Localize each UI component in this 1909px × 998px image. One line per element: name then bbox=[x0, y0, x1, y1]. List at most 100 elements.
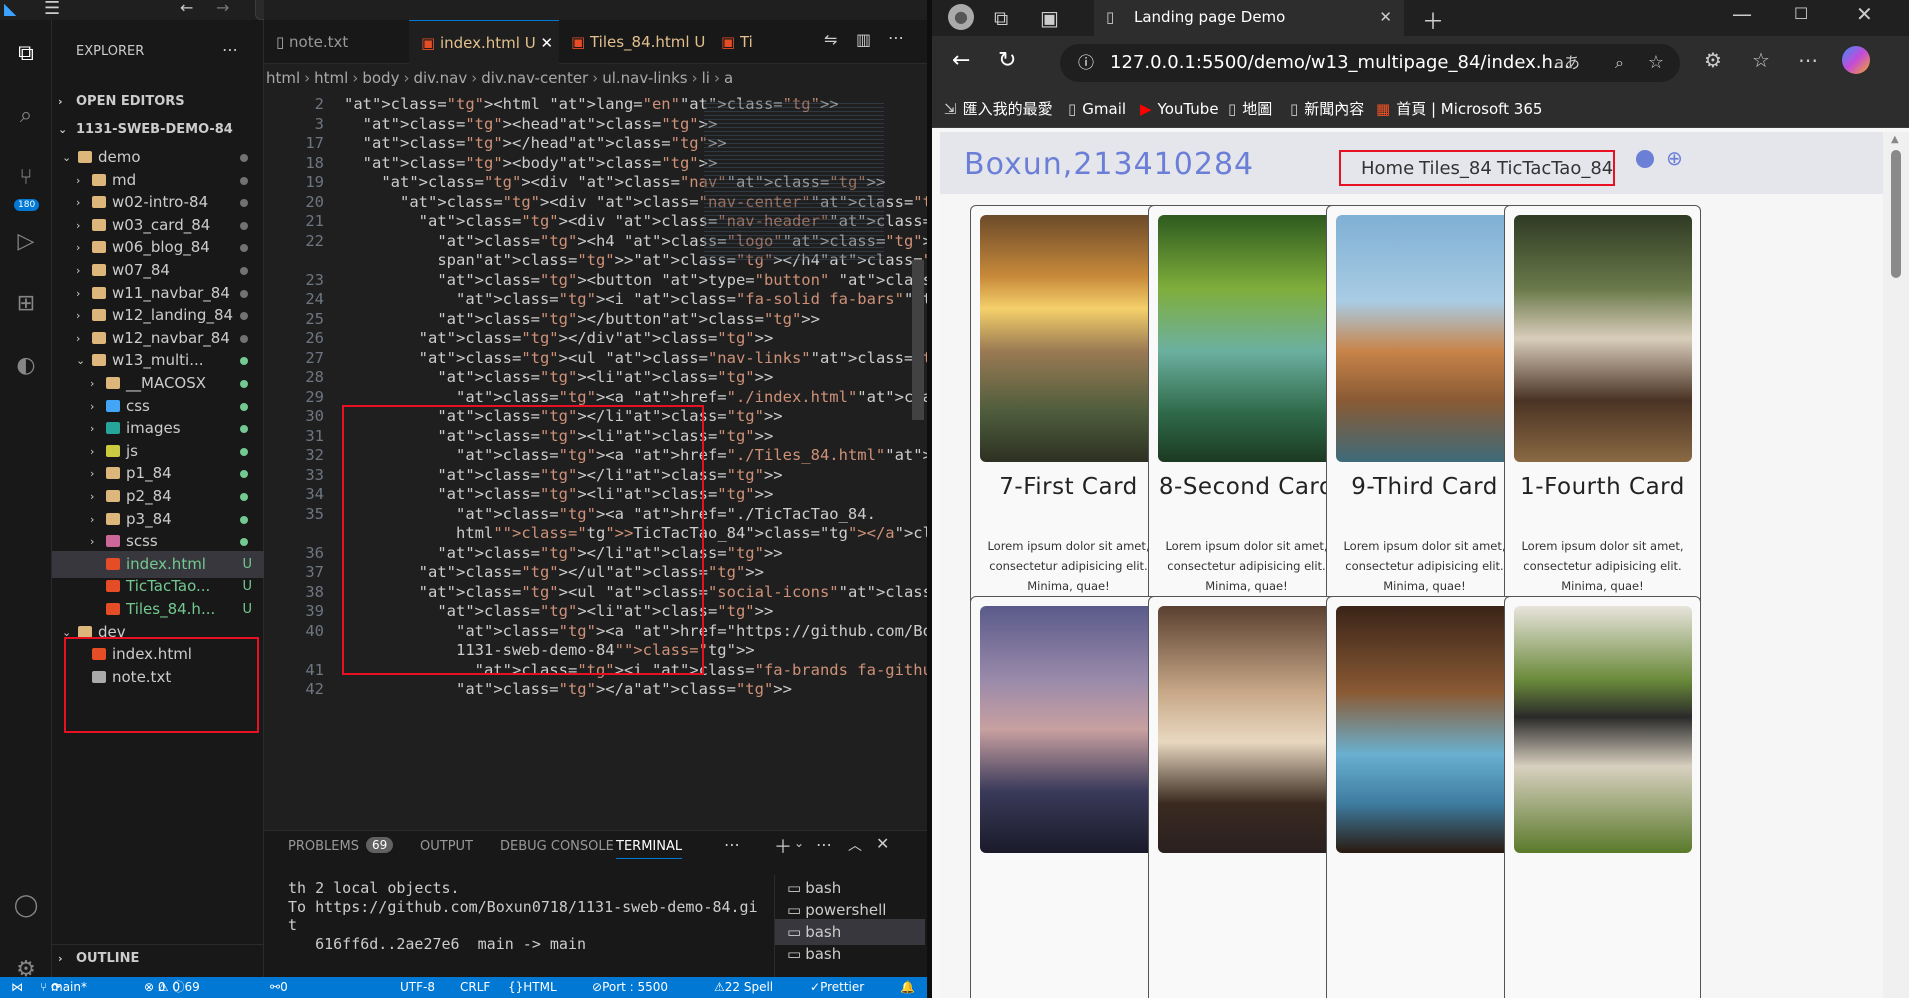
bookmark-item[interactable]: ▯ 新聞內容 bbox=[1290, 90, 1364, 128]
card bbox=[1504, 596, 1701, 998]
workspace-section[interactable]: ⌄ 1131-SWEB-DEMO-84 bbox=[52, 116, 264, 143]
remote-icon[interactable]: ◐ bbox=[12, 352, 40, 380]
breadcrumb-item[interactable]: a bbox=[724, 69, 733, 87]
editor-scrollbar[interactable] bbox=[912, 260, 924, 420]
breadcrumb-item[interactable]: ul.nav-links bbox=[602, 69, 687, 87]
tab-terminal[interactable]: TERMINAL bbox=[616, 839, 683, 859]
close-panel-icon[interactable]: ✕ bbox=[876, 834, 889, 853]
card-title: 1-Fourth Card bbox=[1520, 474, 1685, 500]
branch-status[interactable]: ⑂ main* ⟳ bbox=[40, 977, 87, 998]
copilot-icon[interactable] bbox=[1842, 46, 1870, 74]
notifications-icon[interactable]: 🔔 bbox=[900, 977, 915, 998]
run-debug-icon[interactable]: ▷ bbox=[12, 228, 40, 256]
tab-tiles-html[interactable]: ▣ Tiles_84.html U bbox=[559, 20, 709, 64]
extensions-icon[interactable]: ⊞ bbox=[12, 290, 40, 318]
breadcrumb-item[interactable]: div.nav-center bbox=[481, 69, 588, 87]
bookmark-item[interactable]: ▶ YouTube bbox=[1140, 90, 1219, 128]
status-dot-icon bbox=[240, 199, 248, 208]
maximize-panel-icon[interactable]: ︿ bbox=[848, 835, 862, 855]
site-navbar: Boxun,213410284 Home Tiles_84 TicTacTao_… bbox=[940, 132, 1886, 194]
favorite-star-icon[interactable]: ☆ bbox=[1648, 44, 1664, 82]
bookmark-item[interactable]: ⇲ 匯入我的最愛 bbox=[944, 90, 1053, 128]
remote-indicator-icon[interactable]: ⋈ bbox=[0, 977, 34, 998]
explorer-more-icon[interactable]: ⋯ bbox=[222, 40, 238, 59]
nav-link-tictactao[interactable]: TicTacTao_84 bbox=[1497, 156, 1613, 182]
breadcrumb-item[interactable]: html bbox=[314, 69, 348, 87]
forward-arrow-icon[interactable]: → bbox=[216, 0, 229, 17]
breadcrumb-item[interactable]: html bbox=[266, 69, 300, 87]
tab-close-icon[interactable]: ✕ bbox=[540, 34, 553, 52]
menu-icon[interactable]: ☰ bbox=[44, 0, 60, 19]
scroll-thumb[interactable] bbox=[1891, 150, 1901, 278]
tab-debug-console[interactable]: DEBUG CONSOLE bbox=[500, 839, 614, 854]
card-text: Lorem ipsum dolor sit amet, consectetur … bbox=[1343, 539, 1506, 593]
breadcrumb-item[interactable]: body bbox=[362, 69, 399, 87]
github-icon[interactable] bbox=[1636, 150, 1654, 168]
account-icon[interactable]: ◯ bbox=[12, 892, 40, 920]
explorer-icon[interactable]: ⧉ bbox=[12, 40, 40, 68]
new-tab-icon[interactable]: ＋ bbox=[1422, 4, 1444, 36]
bottom-panel: PROBLEMS 69 OUTPUT DEBUG CONSOLE TERMINA… bbox=[264, 830, 927, 978]
scroll-up-icon[interactable]: ▲ bbox=[1891, 134, 1899, 145]
breadcrumb-item[interactable]: div.nav bbox=[413, 69, 467, 87]
txt-file-icon: ▯ bbox=[276, 33, 290, 51]
breadcrumb-separator-icon: › bbox=[352, 69, 359, 87]
new-terminal-icon[interactable]: ＋ bbox=[774, 833, 792, 859]
back-arrow-icon[interactable]: ← bbox=[180, 0, 193, 17]
live-server-status[interactable]: ⊘ Port : 5500 bbox=[592, 977, 668, 998]
site-info-icon[interactable]: ⓘ bbox=[1078, 44, 1094, 82]
encoding-status[interactable]: UTF-8 bbox=[400, 977, 435, 998]
problems-status[interactable]: ⊗ 0 ⚠ 0 ⓘ 69 bbox=[144, 977, 200, 998]
terminal-dropdown-icon[interactable]: ⌄ bbox=[794, 836, 804, 850]
nav-link-home[interactable]: Home bbox=[1361, 156, 1414, 182]
page-scrollbar[interactable]: ▲ bbox=[1883, 132, 1909, 998]
browser-tab[interactable]: ▯ Landing page Demo ✕ bbox=[1094, 0, 1404, 36]
back-icon[interactable]: ← bbox=[952, 48, 970, 73]
favorites-icon[interactable]: ☆ bbox=[1752, 48, 1770, 72]
tab-actions-icon[interactable]: ▣ bbox=[1040, 6, 1059, 30]
language-status[interactable]: {} HTML bbox=[508, 977, 557, 998]
modified-dot-icon bbox=[240, 493, 248, 501]
browser-maximize-icon[interactable]: ☐ bbox=[1794, 4, 1808, 23]
tab-problems[interactable]: PROBLEMS bbox=[288, 839, 359, 854]
more-actions-icon[interactable]: ⋯ bbox=[816, 835, 832, 854]
browser-close-icon[interactable]: ✕ bbox=[1856, 2, 1873, 26]
address-bar[interactable]: ⓘ 127.0.0.1:5500/demo/w13_multipage_84/i… bbox=[1060, 44, 1680, 82]
tab-tictactao-html[interactable]: ▣ Ti bbox=[709, 20, 769, 64]
outline-section[interactable]: › OUTLINE bbox=[52, 944, 264, 971]
workspaces-icon[interactable]: ⧉ bbox=[994, 6, 1008, 30]
split-editor-icon[interactable]: ▥ bbox=[856, 30, 871, 49]
panel-more-icon[interactable]: ⋯ bbox=[724, 835, 740, 854]
read-aloud-icon[interactable]: aあ bbox=[1554, 44, 1580, 82]
breadcrumb-separator-icon: › bbox=[592, 69, 599, 87]
open-editors-section[interactable]: › OPEN EDITORS bbox=[52, 88, 264, 115]
compare-icon[interactable]: ⇋ bbox=[824, 30, 837, 49]
terminal-instance[interactable]: ▭ bash bbox=[775, 941, 925, 967]
code-line[interactable]: "at">class="tg"></a"at">class="tg">> bbox=[344, 677, 792, 701]
tab-note-txt[interactable]: ▯ note.txt bbox=[264, 20, 409, 64]
reload-icon[interactable]: ↻ bbox=[998, 48, 1016, 73]
search-icon[interactable]: ⌕ bbox=[12, 102, 40, 130]
zoom-icon[interactable]: ⌕ bbox=[1615, 44, 1624, 82]
close-tab-icon[interactable]: ✕ bbox=[1379, 0, 1392, 34]
eol-status[interactable]: CRLF bbox=[460, 977, 490, 998]
coffee-leaves-image bbox=[1514, 606, 1692, 853]
extensions-icon[interactable]: ⚙ bbox=[1704, 48, 1722, 72]
bookmark-item[interactable]: ▯ 地圖 bbox=[1228, 90, 1272, 128]
settings-more-icon[interactable]: ⋯ bbox=[1798, 48, 1818, 72]
tab-output[interactable]: OUTPUT bbox=[420, 839, 473, 854]
browser-minimize-icon[interactable]: — bbox=[1732, 2, 1752, 26]
profile-icon[interactable]: ● bbox=[948, 4, 974, 30]
source-control-icon[interactable]: ⑂ bbox=[12, 164, 40, 192]
sunset-mountain-image bbox=[980, 215, 1158, 462]
bookmark-item[interactable]: ▦ 首頁 | Microsoft 365 bbox=[1376, 90, 1542, 128]
editor-more-icon[interactable]: ⋯ bbox=[888, 28, 904, 47]
breadcrumb-item[interactable]: li bbox=[702, 69, 710, 87]
spell-status[interactable]: ⚠ 22 Spell bbox=[714, 977, 773, 998]
nav-link-tiles[interactable]: Tiles_84 bbox=[1419, 156, 1492, 182]
bookmark-item[interactable]: ▯ Gmail bbox=[1068, 90, 1126, 128]
tab-index-html[interactable]: ▣ index.html U ✕ bbox=[409, 20, 559, 64]
prettier-status[interactable]: ✓ Prettier bbox=[810, 977, 864, 998]
globe-icon[interactable]: ⊕ bbox=[1666, 146, 1683, 170]
ports-status[interactable]: ⚯ 0 bbox=[270, 977, 288, 998]
